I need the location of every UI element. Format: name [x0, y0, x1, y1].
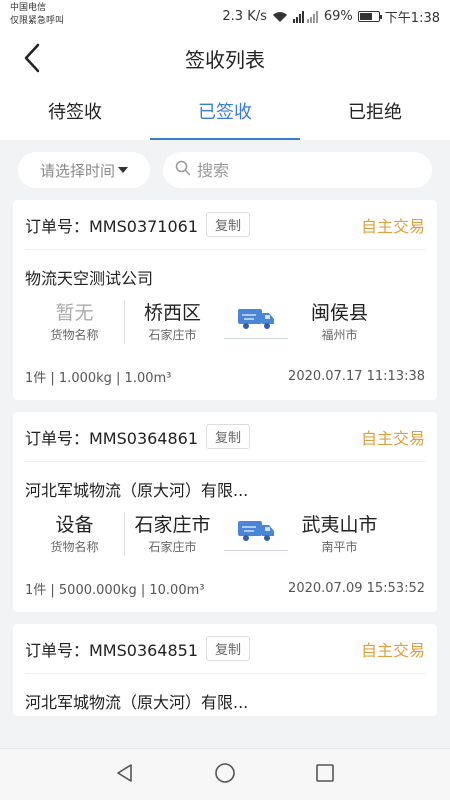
- order-card[interactable]: 订单号：MMS0364851 复制 自主交易 河北军城物流（原大河）有限...: [13, 624, 437, 716]
- order-list: 订单号：MMS0371061 复制 自主交易 物流天空测试公司 暂无 货物名称 …: [0, 200, 450, 716]
- carrier-info: 中国电信 仅限紧急呼叫: [10, 2, 64, 28]
- cargo-block: 设备 货物名称: [25, 512, 125, 556]
- order-number: 订单号：MMS0371061: [25, 216, 199, 236]
- nav-back-button[interactable]: [75, 749, 175, 800]
- dest-city: 南平市: [321, 540, 358, 554]
- cargo-name: 设备: [55, 514, 94, 536]
- carrier-note: 仅限紧急呼叫: [10, 16, 65, 26]
- square-recents-icon: [315, 763, 335, 787]
- carrier-name: 中国电信: [10, 3, 47, 13]
- truck-icon: [236, 517, 276, 547]
- origin: 石家庄市 石家庄市: [125, 512, 220, 556]
- cargo-label: 货物名称: [50, 540, 99, 554]
- cargo-block: 暂无 货物名称: [25, 300, 125, 344]
- route-info: 设备 货物名称 石家庄市 石家庄市 武夷山市 南平市: [25, 504, 425, 564]
- destination: 武夷山市 南平市: [292, 512, 387, 556]
- tab-signed[interactable]: 已签收: [150, 88, 300, 140]
- nav-recents-button[interactable]: [275, 749, 375, 800]
- order-card-footer: 1件 | 5000.000kg | 10.00m³ 2020.07.09 15:…: [25, 564, 425, 612]
- clock: 下午1:38: [384, 11, 440, 26]
- order-date: 2020.07.09 15:53:52: [288, 580, 425, 596]
- battery-percent: 69%: [323, 9, 353, 24]
- order-card[interactable]: 订单号：MMS0371061 复制 自主交易 物流天空测试公司 暂无 货物名称 …: [13, 200, 437, 400]
- trade-type: 自主交易: [360, 216, 425, 236]
- signal-icon: [292, 10, 319, 23]
- system-nav-bar: [0, 748, 450, 800]
- triangle-back-icon: [115, 763, 135, 787]
- order-summary: 1件 | 5000.000kg | 10.00m³: [25, 582, 205, 598]
- order-summary: 1件 | 1.000kg | 1.00m³: [25, 370, 172, 386]
- status-indicators: 2.3 K/s 69% 下午1:38: [217, 7, 440, 26]
- origin: 桥西区 石家庄市: [125, 300, 220, 344]
- order-card-header: 订单号：MMS0364861 复制 自主交易: [25, 412, 425, 462]
- dest-district: 武夷山市: [301, 514, 378, 536]
- app-header: 签收列表: [0, 32, 450, 88]
- dest-city: 福州市: [321, 328, 358, 342]
- cargo-label: 货物名称: [50, 328, 99, 342]
- route-line: [224, 338, 288, 339]
- cargo-name: 暂无: [55, 302, 94, 324]
- time-select-label: 请选择时间: [39, 161, 115, 180]
- transport: [220, 517, 292, 551]
- company-name: 河北军城物流（原大河）有限...: [25, 693, 249, 712]
- order-date: 2020.07.17 11:13:38: [288, 368, 425, 384]
- wifi-icon: [272, 11, 288, 23]
- copy-button[interactable]: 复制: [206, 212, 251, 237]
- origin-district: 石家庄市: [134, 514, 211, 536]
- search-box[interactable]: [163, 152, 432, 188]
- transport: [220, 305, 292, 339]
- origin-city: 石家庄市: [148, 540, 197, 554]
- search-input[interactable]: [197, 160, 377, 180]
- destination: 闽侯县 福州市: [292, 300, 387, 344]
- copy-button[interactable]: 复制: [206, 636, 251, 661]
- trade-type: 自主交易: [360, 640, 425, 660]
- order-card-header: 订单号：MMS0364851 复制 自主交易: [25, 624, 425, 674]
- origin-city: 石家庄市: [148, 328, 197, 342]
- trade-type: 自主交易: [360, 428, 425, 448]
- order-card[interactable]: 订单号：MMS0364861 复制 自主交易 河北军城物流（原大河）有限... …: [13, 412, 437, 612]
- caret-down-icon: [118, 167, 128, 173]
- dest-district: 闽侯县: [310, 302, 368, 324]
- company-name: 物流天空测试公司: [25, 269, 154, 288]
- route-line: [224, 550, 288, 551]
- order-number: 订单号：MMS0364851: [25, 640, 199, 660]
- chevron-left-icon: [23, 43, 41, 77]
- copy-button[interactable]: 复制: [206, 424, 251, 449]
- status-bar: 中国电信 仅限紧急呼叫 2.3 K/s 69% 下午1:38: [0, 0, 450, 32]
- tab-rejected[interactable]: 已拒绝: [300, 88, 450, 140]
- network-speed: 2.3 K/s: [222, 9, 267, 24]
- origin-district: 桥西区: [143, 302, 201, 324]
- company-name: 河北军城物流（原大河）有限...: [25, 481, 249, 500]
- route-info: 暂无 货物名称 桥西区 石家庄市 闽侯县 福州市: [25, 292, 425, 352]
- page-title: 签收列表: [185, 48, 265, 72]
- truck-icon: [236, 305, 276, 335]
- tab-pending[interactable]: 待签收: [0, 88, 150, 140]
- nav-home-button[interactable]: [175, 749, 275, 800]
- time-select[interactable]: 请选择时间: [18, 152, 150, 188]
- tab-bar: 待签收 已签收 已拒绝: [0, 88, 450, 140]
- order-number: 订单号：MMS0364861: [25, 428, 199, 448]
- order-card-header: 订单号：MMS0371061 复制 自主交易: [25, 200, 425, 250]
- filter-bar: 请选择时间: [0, 140, 450, 200]
- search-icon: [175, 160, 191, 180]
- circle-home-icon: [214, 762, 236, 788]
- battery-icon: [357, 11, 382, 22]
- back-button[interactable]: [12, 40, 52, 80]
- order-card-footer: 1件 | 1.000kg | 1.00m³ 2020.07.17 11:13:3…: [25, 352, 425, 400]
